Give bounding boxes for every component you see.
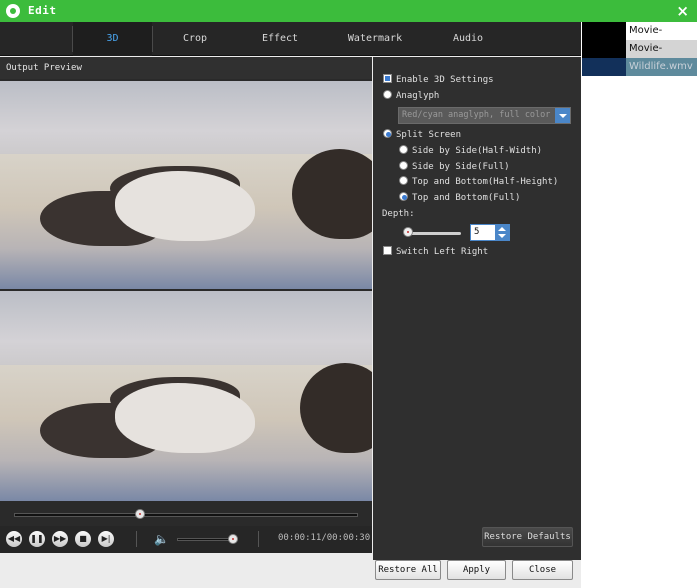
depth-value: 5 <box>474 227 480 237</box>
output-preview <box>0 79 372 503</box>
top-bottom-full-radio[interactable]: Top and Bottom(Full) <box>399 191 520 205</box>
controls-divider <box>136 531 137 547</box>
tab-crop[interactable]: Crop <box>160 22 230 56</box>
close-window-icon[interactable]: × <box>676 2 689 20</box>
depth-stepper[interactable]: 5 <box>470 224 510 241</box>
file-name: Wildlife.wmv <box>629 61 693 72</box>
video-thumbnail <box>582 22 626 40</box>
switch-left-right-checkbox[interactable]: Switch Left Right <box>383 245 488 259</box>
side-by-side-half-radio[interactable]: Side by Side(Half-Width) <box>399 144 542 158</box>
video-thumbnail <box>582 58 626 76</box>
depth-label: Depth: <box>382 209 415 219</box>
tab-3d[interactable]: 3D <box>73 22 152 56</box>
anaglyph-select-value: Red/cyan anaglyph, full color <box>402 110 551 120</box>
preview-frame-bottom <box>0 291 372 501</box>
depth-slider-track[interactable] <box>406 232 461 235</box>
split-screen-radio[interactable]: Split Screen <box>383 128 461 142</box>
title-bar: Edit × <box>0 0 697 22</box>
controls-divider <box>258 531 259 547</box>
seek-bar <box>0 503 372 526</box>
tab-watermark[interactable]: Watermark <box>332 22 418 56</box>
next-frame-icon[interactable]: ▶| <box>98 531 114 547</box>
enable-3d-checkbox[interactable]: Enable 3D Settings <box>383 73 494 87</box>
anaglyph-radio[interactable]: Anaglyph <box>383 89 439 103</box>
app-logo-icon <box>6 4 20 18</box>
pause-icon[interactable]: ❚❚ <box>29 531 45 547</box>
radio-icon[interactable] <box>383 90 392 99</box>
enable-3d-label: Enable 3D Settings <box>396 75 494 85</box>
radio-selected-icon[interactable] <box>399 192 408 201</box>
tab-divider <box>152 26 153 52</box>
top-bottom-half-label: Top and Bottom(Half-Height) <box>412 177 559 187</box>
checkbox-icon[interactable] <box>383 246 392 255</box>
split-screen-label: Split Screen <box>396 130 462 140</box>
radio-icon[interactable] <box>399 176 408 185</box>
side-by-side-full-label: Side by Side(Full) <box>412 162 510 172</box>
list-item[interactable]: Wildlife.wmv <box>582 58 697 76</box>
switch-left-right-label: Switch Left Right <box>396 247 489 257</box>
volume-track[interactable] <box>177 538 235 541</box>
seek-track[interactable] <box>14 513 358 517</box>
volume-handle[interactable] <box>228 534 238 544</box>
tab-effect[interactable]: Effect <box>244 22 316 56</box>
radio-icon[interactable] <box>399 145 408 154</box>
radio-selected-icon[interactable] <box>383 129 392 138</box>
restore-all-button[interactable]: Restore All <box>375 560 441 580</box>
top-bottom-half-radio[interactable]: Top and Bottom(Half-Height) <box>399 175 558 189</box>
seek-handle[interactable] <box>135 509 146 519</box>
edit-tabs: 3D Crop Effect Watermark Audio <box>0 22 581 56</box>
depth-slider-handle[interactable] <box>403 227 413 237</box>
video-thumbnail <box>582 40 626 58</box>
stop-icon[interactable]: ■ <box>75 531 91 547</box>
list-item[interactable]: Movie-4.rmvb <box>582 40 697 72</box>
preview-frame-top <box>0 81 372 289</box>
apply-button[interactable]: Apply <box>447 560 506 580</box>
playback-controls: ◀◀ ❚❚ ▶▶ ■ ▶| 🔈 00:00:11/00:00:30 <box>0 526 372 553</box>
timecode: 00:00:11/00:00:30 <box>278 533 371 543</box>
edit-window: Edit × 3D Crop Effect Watermark Audio Ou… <box>0 0 697 588</box>
side-by-side-half-label: Side by Side(Half-Width) <box>412 146 543 156</box>
checkbox-checked-icon[interactable] <box>383 74 392 83</box>
output-preview-label: Output Preview <box>0 57 372 79</box>
file-list: Movie-2.rmvb Movie-4.rmvb Wildlife.wmv <box>582 22 697 78</box>
side-by-side-full-radio[interactable]: Side by Side(Full) <box>399 160 510 174</box>
radio-icon[interactable] <box>399 161 408 170</box>
fast-forward-icon[interactable]: ▶▶ <box>52 531 68 547</box>
close-button[interactable]: Close <box>512 560 573 580</box>
top-bottom-full-label: Top and Bottom(Full) <box>412 193 521 203</box>
rewind-icon[interactable]: ◀◀ <box>6 531 22 547</box>
chevron-down-icon[interactable] <box>555 108 570 123</box>
restore-defaults-button[interactable]: Restore Defaults <box>482 527 573 547</box>
tab-audio[interactable]: Audio <box>432 22 504 56</box>
anaglyph-label: Anaglyph <box>396 91 440 101</box>
settings-panel: Enable 3D Settings Anaglyph Red/cyan ana… <box>373 57 581 560</box>
window-title: Edit <box>28 4 57 17</box>
volume-icon[interactable]: 🔈 <box>154 532 169 546</box>
anaglyph-type-select[interactable]: Red/cyan anaglyph, full color <box>398 107 571 124</box>
stepper-arrows-icon[interactable] <box>495 225 509 240</box>
list-item[interactable]: Movie-2.rmvb <box>582 22 697 54</box>
